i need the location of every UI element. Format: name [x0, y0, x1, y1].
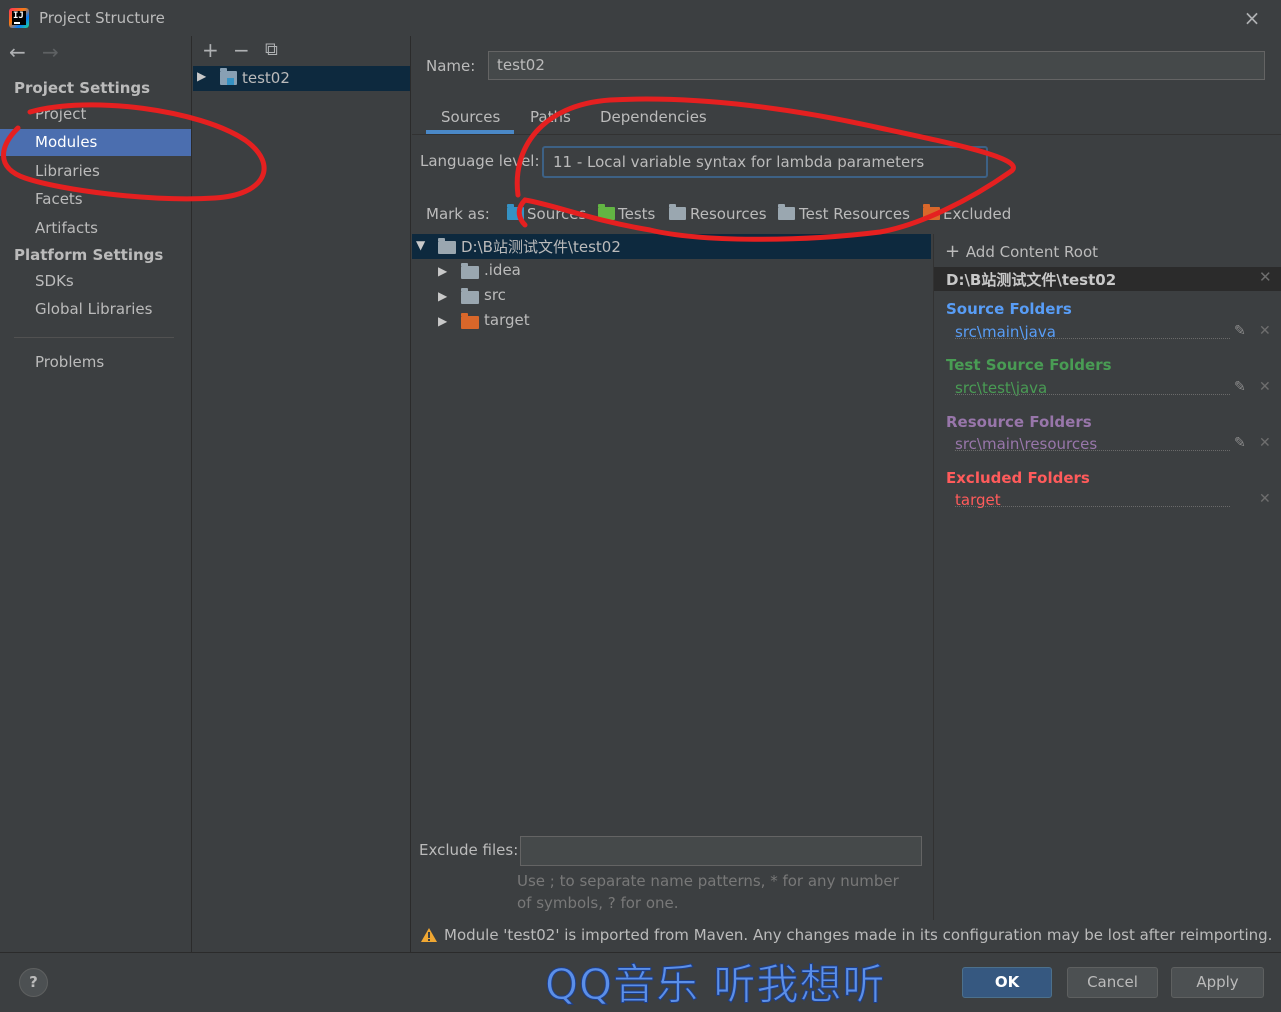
apply-button[interactable]: Apply: [1171, 967, 1264, 998]
excluded-folder-icon: [461, 313, 479, 329]
modules-panel: + − ⧉ ▶ test02: [193, 36, 411, 952]
content-root-path: D:\B站测试文件\test02: [946, 271, 1117, 289]
resources-folder-icon: [669, 204, 686, 220]
platform-settings-header: Platform Settings: [14, 246, 164, 264]
expand-triangle-icon[interactable]: ▶: [438, 264, 447, 278]
language-level-dropdown[interactable]: 11 - Local variable syntax for lambda pa…: [542, 146, 988, 178]
module-tree-item[interactable]: ▶ test02: [193, 66, 410, 91]
project-settings-header: Project Settings: [14, 79, 151, 97]
sidebar-item-sdks[interactable]: SDKs: [0, 268, 191, 295]
module-folder-icon: [220, 68, 237, 85]
name-label: Name:: [426, 57, 476, 75]
expand-triangle-icon[interactable]: ▶: [438, 314, 447, 328]
delete-icon[interactable]: ✕: [1259, 379, 1271, 395]
tab-dependencies[interactable]: Dependencies: [600, 108, 707, 134]
mark-as-label: Mark as:: [426, 205, 490, 223]
add-icon[interactable]: +: [202, 40, 219, 60]
tree-item-idea[interactable]: .idea: [484, 261, 521, 279]
forward-arrow-icon[interactable]: →: [42, 42, 59, 62]
mark-as-test-resources-button[interactable]: Test Resources: [799, 205, 910, 223]
warning-icon: [421, 928, 437, 942]
window-title: Project Structure: [39, 9, 165, 27]
dotted-leader: [955, 394, 1230, 395]
delete-icon[interactable]: ✕: [1259, 435, 1271, 451]
sidebar: ← → Project Settings Project Modules Lib…: [0, 36, 192, 952]
title-bar: [0, 0, 1281, 36]
dotted-leader: [955, 450, 1230, 451]
maven-warning-text: Module 'test02' is imported from Maven. …: [444, 926, 1273, 944]
mark-as-excluded-button[interactable]: Excluded: [943, 205, 1011, 223]
dotted-leader: [955, 338, 1230, 339]
tree-item-target[interactable]: target: [484, 311, 530, 329]
folder-icon: [438, 238, 456, 254]
edit-pencil-icon[interactable]: ✎: [1234, 323, 1246, 339]
add-content-root-label: Add Content Root: [965, 243, 1099, 261]
copy-icon[interactable]: ⧉: [265, 40, 278, 60]
edit-pencil-icon[interactable]: ✎: [1234, 435, 1246, 451]
excluded-folders-title: Excluded Folders: [946, 469, 1090, 487]
remove-content-root-icon[interactable]: ✕: [1259, 268, 1272, 286]
sources-folder-icon: [507, 204, 524, 220]
sidebar-divider: [14, 337, 174, 338]
folder-icon: [461, 263, 479, 279]
folder-icon: [461, 288, 479, 304]
expand-triangle-icon[interactable]: ▶: [438, 289, 447, 303]
help-button[interactable]: ?: [19, 968, 48, 997]
mark-as-tests-button[interactable]: Tests: [618, 205, 655, 223]
watermark-text: QQ音乐 听我想听: [544, 960, 886, 1010]
dotted-leader: [955, 506, 1230, 507]
test-source-folders-title: Test Source Folders: [946, 356, 1112, 374]
sidebar-item-project[interactable]: Project: [0, 101, 191, 128]
exclude-files-label: Exclude files:: [419, 841, 519, 859]
collapse-triangle-icon[interactable]: ▼: [416, 238, 425, 252]
sidebar-item-facets[interactable]: Facets: [0, 186, 191, 213]
sidebar-item-problems[interactable]: Problems: [0, 349, 191, 376]
sidebar-item-global-libraries[interactable]: Global Libraries: [0, 296, 191, 323]
language-level-label: Language level:: [420, 152, 540, 170]
mark-as-sources-button[interactable]: Sources: [527, 205, 586, 223]
resource-folders-title: Resource Folders: [946, 413, 1092, 431]
expand-triangle-icon[interactable]: ▶: [197, 69, 206, 83]
excluded-folder-icon: [923, 204, 940, 220]
exclude-files-input[interactable]: [520, 836, 922, 866]
edit-pencil-icon[interactable]: ✎: [1234, 379, 1246, 395]
plus-icon: +: [945, 241, 966, 262]
close-icon[interactable]: ×: [1240, 6, 1264, 30]
active-tab-indicator: [426, 130, 514, 134]
add-content-root-button[interactable]: + Add Content Root: [945, 241, 1098, 262]
ok-button[interactable]: OK: [962, 967, 1052, 998]
sidebar-item-modules[interactable]: Modules: [0, 129, 191, 156]
sidebar-item-artifacts[interactable]: Artifacts: [0, 215, 191, 242]
module-name: test02: [242, 69, 290, 87]
tabs-divider: [412, 134, 1281, 135]
exclude-files-hint: Use ; to separate name patterns, * for a…: [517, 872, 899, 912]
tab-paths[interactable]: Paths: [530, 108, 571, 134]
mark-as-resources-button[interactable]: Resources: [690, 205, 767, 223]
delete-icon[interactable]: ✕: [1259, 491, 1271, 507]
source-folders-title: Source Folders: [946, 300, 1072, 318]
sidebar-item-libraries[interactable]: Libraries: [0, 158, 191, 185]
tree-item-src[interactable]: src: [484, 286, 506, 304]
delete-icon[interactable]: ✕: [1259, 323, 1271, 339]
cancel-button[interactable]: Cancel: [1067, 967, 1158, 998]
tests-folder-icon: [598, 204, 615, 220]
tree-root-label: D:\B站测试文件\test02: [461, 238, 621, 256]
back-arrow-icon[interactable]: ←: [9, 42, 26, 62]
module-name-field[interactable]: test02: [488, 51, 1265, 80]
test-resources-folder-icon: [778, 204, 795, 220]
remove-icon[interactable]: −: [233, 40, 250, 60]
intellij-logo-icon: IJ: [9, 8, 29, 28]
